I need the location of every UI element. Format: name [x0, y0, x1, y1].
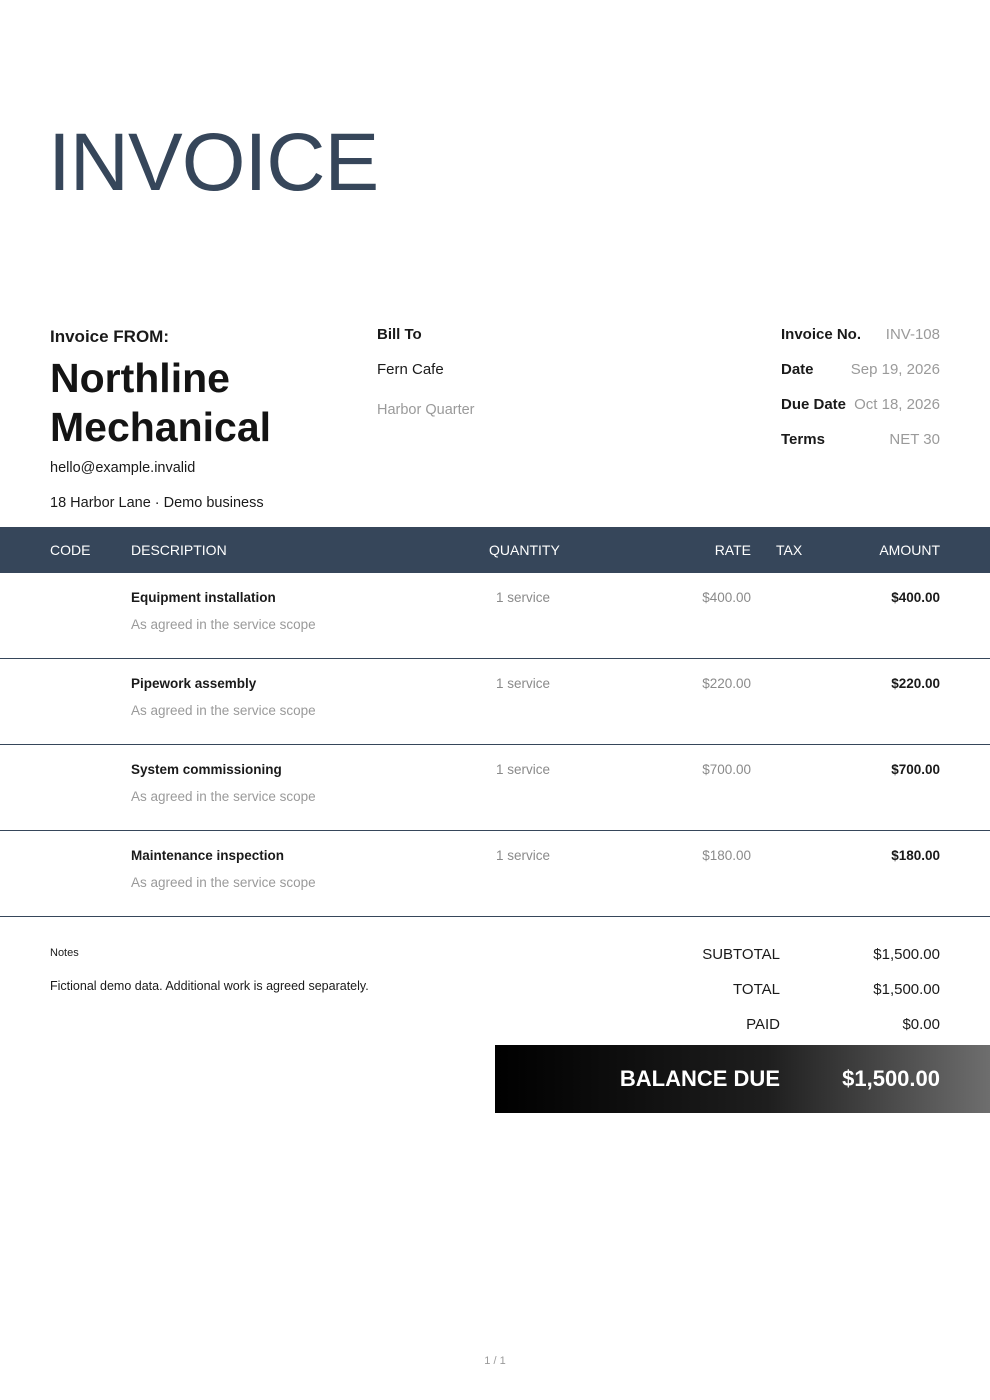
item-description: As agreed in the service scope [131, 789, 316, 804]
meta-row-due-date: Due Date Oct 18, 2026 [781, 395, 940, 430]
terms-label: Terms [781, 431, 825, 448]
total-label: TOTAL [733, 981, 780, 998]
balance-due-value: $1,500.00 [842, 1066, 940, 1091]
item-amount: $220.00 [891, 676, 940, 691]
meta-row-date: Date Sep 19, 2026 [781, 360, 940, 395]
paid-value: $0.00 [902, 1016, 940, 1033]
header-description: DESCRIPTION [131, 542, 227, 558]
balance-due-bar: BALANCE DUE $1,500.00 [495, 1045, 990, 1113]
header-amount: AMOUNT [879, 542, 940, 558]
date-label: Date [781, 361, 814, 378]
item-rate: $180.00 [702, 848, 751, 863]
item-quantity: 1 service [496, 848, 551, 863]
item-amount: $700.00 [891, 762, 940, 777]
item-quantity: 1 service [496, 676, 551, 691]
company-name: Northline Mechanical [50, 355, 272, 450]
invoice-no-label: Invoice No. [781, 326, 862, 343]
table-row: Maintenance inspection As agreed in the … [0, 831, 990, 917]
sender-address: 18 Harbor Lane · Demo business [50, 495, 264, 511]
due-date-value: Oct 18, 2026 [854, 396, 940, 413]
item-rate: $700.00 [702, 762, 751, 777]
invoice-no-value: INV-108 [885, 326, 940, 343]
item-description: As agreed in the service scope [131, 875, 316, 890]
terms-value: NET 30 [889, 431, 940, 448]
from-label: Invoice FROM: [50, 327, 170, 346]
meta-row-terms: Terms NET 30 [781, 430, 940, 465]
invoice-meta: Invoice No. INV-108 Date Sep 19, 2026 Du… [781, 325, 940, 465]
item-amount: $400.00 [891, 590, 940, 605]
item-rate: $400.00 [702, 590, 751, 605]
item-rate: $220.00 [702, 676, 751, 691]
notes-text: Fictional demo data. Additional work is … [50, 979, 369, 993]
header-quantity: QUANTITY [489, 542, 560, 558]
balance-due-label: BALANCE DUE [619, 1066, 780, 1091]
item-quantity: 1 service [496, 590, 551, 605]
bill-to-block: Bill To Fern Cafe Harbor Quarter [377, 325, 475, 420]
subtotal-row: SUBTOTAL $1,500.00 [495, 945, 940, 980]
item-quantity: 1 service [496, 762, 551, 777]
client-name: Fern Cafe [377, 361, 444, 378]
table-row: Pipework assembly As agreed in the servi… [0, 659, 990, 745]
due-date-label: Due Date [781, 396, 847, 413]
notes-label: Notes [50, 947, 79, 959]
line-items-header: CODE DESCRIPTION QUANTITY RATE TAX AMOUN… [0, 527, 990, 573]
item-name: Pipework assembly [131, 676, 257, 691]
totals-block: SUBTOTAL $1,500.00 TOTAL $1,500.00 PAID … [495, 945, 940, 1050]
item-description: As agreed in the service scope [131, 617, 316, 632]
paid-label: PAID [746, 1016, 780, 1033]
item-name: System commissioning [131, 762, 282, 777]
subtotal-value: $1,500.00 [873, 946, 940, 963]
bill-to-label: Bill To [377, 326, 422, 343]
sender-email: hello@example.invalid [50, 460, 196, 476]
item-amount: $180.00 [891, 848, 940, 863]
table-row: Equipment installation As agreed in the … [0, 573, 990, 659]
header-rate: RATE [714, 542, 751, 558]
invoice-title: INVOICE [48, 117, 379, 208]
line-items: Equipment installation As agreed in the … [0, 573, 990, 917]
client-area: Harbor Quarter [377, 402, 475, 418]
header-code: CODE [50, 542, 91, 558]
table-row: System commissioning As agreed in the se… [0, 745, 990, 831]
sender-block: Invoice FROM: Northline Mechanical hello… [50, 326, 350, 513]
item-description: As agreed in the service scope [131, 703, 316, 718]
meta-row-invoice-no: Invoice No. INV-108 [781, 325, 940, 360]
total-row: TOTAL $1,500.00 [495, 980, 940, 1015]
total-value: $1,500.00 [873, 981, 940, 998]
page-number: 1 / 1 [484, 1355, 506, 1367]
date-value: Sep 19, 2026 [850, 361, 940, 378]
item-name: Maintenance inspection [131, 848, 285, 863]
header-tax: TAX [776, 542, 803, 558]
item-name: Equipment installation [131, 590, 276, 605]
subtotal-label: SUBTOTAL [702, 946, 780, 963]
